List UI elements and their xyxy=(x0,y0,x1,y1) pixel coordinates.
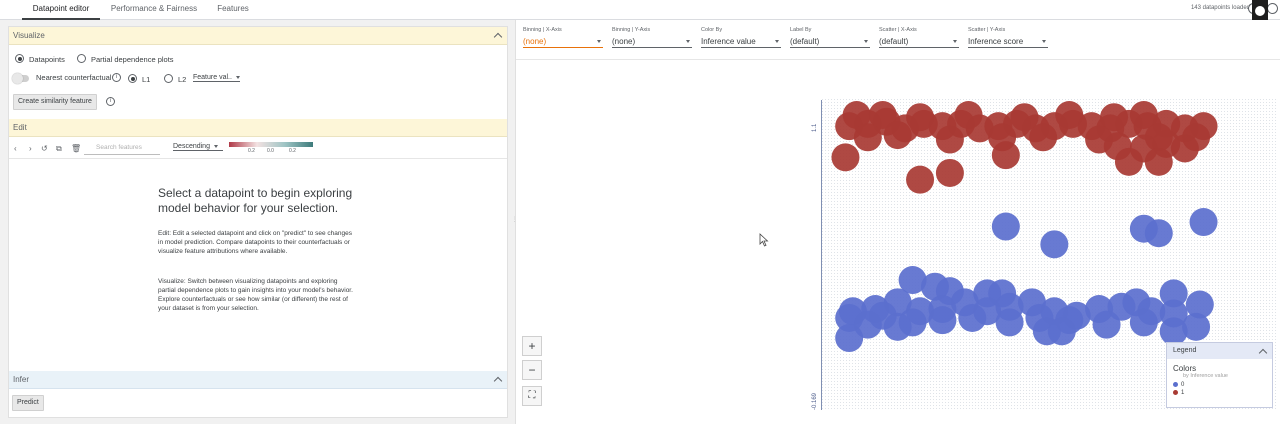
l1-label: L1 xyxy=(142,75,151,84)
search-features-input[interactable]: Search features xyxy=(84,141,160,155)
l2-label: L2 xyxy=(178,75,187,84)
search-placeholder: Search features xyxy=(96,144,142,151)
datapoint-circle[interactable] xyxy=(1047,317,1076,346)
legend-item-label: 1 xyxy=(1181,390,1185,396)
prev-icon[interactable]: ‹ xyxy=(14,144,17,153)
legend-item-0: 0 xyxy=(1173,381,1266,389)
history-icon[interactable]: ↺ xyxy=(41,144,48,153)
pdp-label: Partial dependence plots xyxy=(91,55,174,64)
legend-colors-label: Colors xyxy=(1173,364,1197,373)
edit-help-text: Edit: Edit a selected datapoint and clic… xyxy=(158,230,352,255)
gradient-label-mid: 0.0 xyxy=(267,148,274,154)
empty-state-heading: Select a datapoint to begin exploring mo… xyxy=(158,186,353,215)
datapoint-circle[interactable] xyxy=(883,312,912,341)
datapoint-circle[interactable] xyxy=(935,125,964,154)
infer-section-header[interactable]: Infer xyxy=(9,371,507,389)
datapoint-circle[interactable] xyxy=(853,123,882,152)
datapoint-circle[interactable] xyxy=(935,158,964,187)
datapoint-circle[interactable] xyxy=(1144,147,1173,176)
tab-datapoint-editor[interactable]: Datapoint editor xyxy=(22,0,100,20)
datapoints-radio[interactable] xyxy=(15,54,24,63)
datapoint-circle[interactable] xyxy=(835,324,864,353)
sort-value: Descending xyxy=(173,143,210,150)
gradient-label-left: 0.2 xyxy=(248,148,255,154)
datapoint-circle[interactable] xyxy=(1114,147,1143,176)
datapoint-circle[interactable] xyxy=(1029,123,1058,152)
datapoint-circle[interactable] xyxy=(1144,219,1173,248)
legend-panel: Legend Colors by Inference value 0 1 xyxy=(1166,342,1273,408)
legend-header[interactable]: Legend xyxy=(1167,343,1272,359)
infer-title: Infer xyxy=(13,375,30,384)
legend-item-1: 1 xyxy=(1173,389,1266,397)
zoom-in-button[interactable]: + xyxy=(522,336,542,356)
edit-section-header: Edit xyxy=(9,119,507,137)
datapoint-circle[interactable] xyxy=(1129,308,1158,337)
legend-item-label: 0 xyxy=(1181,382,1185,388)
duplicate-icon[interactable]: ⧉ xyxy=(56,144,62,154)
mouse-cursor-icon xyxy=(759,233,769,247)
datapoint-circle[interactable] xyxy=(1189,208,1218,237)
left-panel: Visualize Datapoints Partial dependence … xyxy=(8,26,508,418)
l1-radio[interactable] xyxy=(128,74,137,83)
gradient-label-right: 0.2 xyxy=(289,148,296,154)
legend-title: Legend xyxy=(1173,347,1197,354)
datapoint-circle[interactable] xyxy=(1055,101,1084,129)
collapse-chevron-icon[interactable] xyxy=(493,376,503,386)
datapoint-circle[interactable] xyxy=(995,308,1024,337)
chevron-down-icon xyxy=(213,144,218,148)
similarity-info-icon[interactable]: i xyxy=(106,97,115,106)
collapse-chevron-icon[interactable] xyxy=(493,32,503,42)
info-icon[interactable]: i xyxy=(112,73,121,82)
sort-dropdown[interactable]: Descending xyxy=(173,143,223,151)
tab-features[interactable]: Features xyxy=(208,0,258,20)
datapoint-circle[interactable] xyxy=(831,143,860,172)
l2-radio[interactable] xyxy=(164,74,173,83)
feature-value-text: Feature val.. xyxy=(193,74,232,81)
legend-subtitle: by Inference value xyxy=(1183,373,1228,379)
top-tab-bar: Datapoint editor Performance & Fairness … xyxy=(0,0,1280,20)
zoom-out-button[interactable]: − xyxy=(522,360,542,380)
nearest-counterfactual-label: Nearest counterfactual xyxy=(36,73,112,82)
tab-performance-fairness[interactable]: Performance & Fairness xyxy=(104,0,204,20)
record-icon[interactable] xyxy=(1255,6,1265,16)
visualize-title: Visualize xyxy=(13,31,45,40)
datapoint-circle[interactable] xyxy=(883,121,912,150)
delete-icon[interactable]: 🗑 xyxy=(71,144,81,153)
datapoints-label: Datapoints xyxy=(29,55,65,64)
datapoint-circle[interactable] xyxy=(928,306,957,335)
collapse-chevron-icon[interactable] xyxy=(1258,348,1268,358)
edit-divider xyxy=(9,158,507,159)
datapoint-circle[interactable] xyxy=(1170,134,1199,163)
visualize-help-text: Visualize: Switch between visualizing da… xyxy=(158,278,353,312)
datapoint-circle[interactable] xyxy=(906,103,935,132)
attribution-gradient xyxy=(229,142,313,147)
pdp-radio[interactable] xyxy=(77,54,86,63)
legend-dot xyxy=(1173,381,1178,387)
datapoints-loaded-status: 143 datapoints loaded xyxy=(1190,5,1250,11)
help-icon[interactable] xyxy=(1267,3,1278,14)
datapoint-circle[interactable] xyxy=(1092,310,1121,339)
datapoint-circle[interactable] xyxy=(991,141,1020,170)
feature-value-dropdown[interactable]: Feature val.. xyxy=(193,74,240,82)
legend-dot xyxy=(1173,389,1178,395)
visualize-section-header[interactable]: Visualize xyxy=(9,27,507,45)
next-icon[interactable]: › xyxy=(29,144,32,153)
chevron-down-icon xyxy=(235,75,240,79)
predict-button[interactable]: Predict xyxy=(12,395,44,411)
edit-title: Edit xyxy=(13,123,27,132)
create-similarity-feature-button[interactable]: Create similarity feature xyxy=(13,94,97,110)
datapoint-circle[interactable] xyxy=(906,165,935,194)
datapoint-circle[interactable] xyxy=(954,101,983,129)
datapoint-circle[interactable] xyxy=(991,212,1020,241)
fit-view-button[interactable]: ⛶ xyxy=(522,386,542,406)
nearest-counterfactual-toggle[interactable] xyxy=(12,73,29,84)
datapoint-circle[interactable] xyxy=(1040,230,1069,259)
datapoint-circle[interactable] xyxy=(958,303,987,332)
